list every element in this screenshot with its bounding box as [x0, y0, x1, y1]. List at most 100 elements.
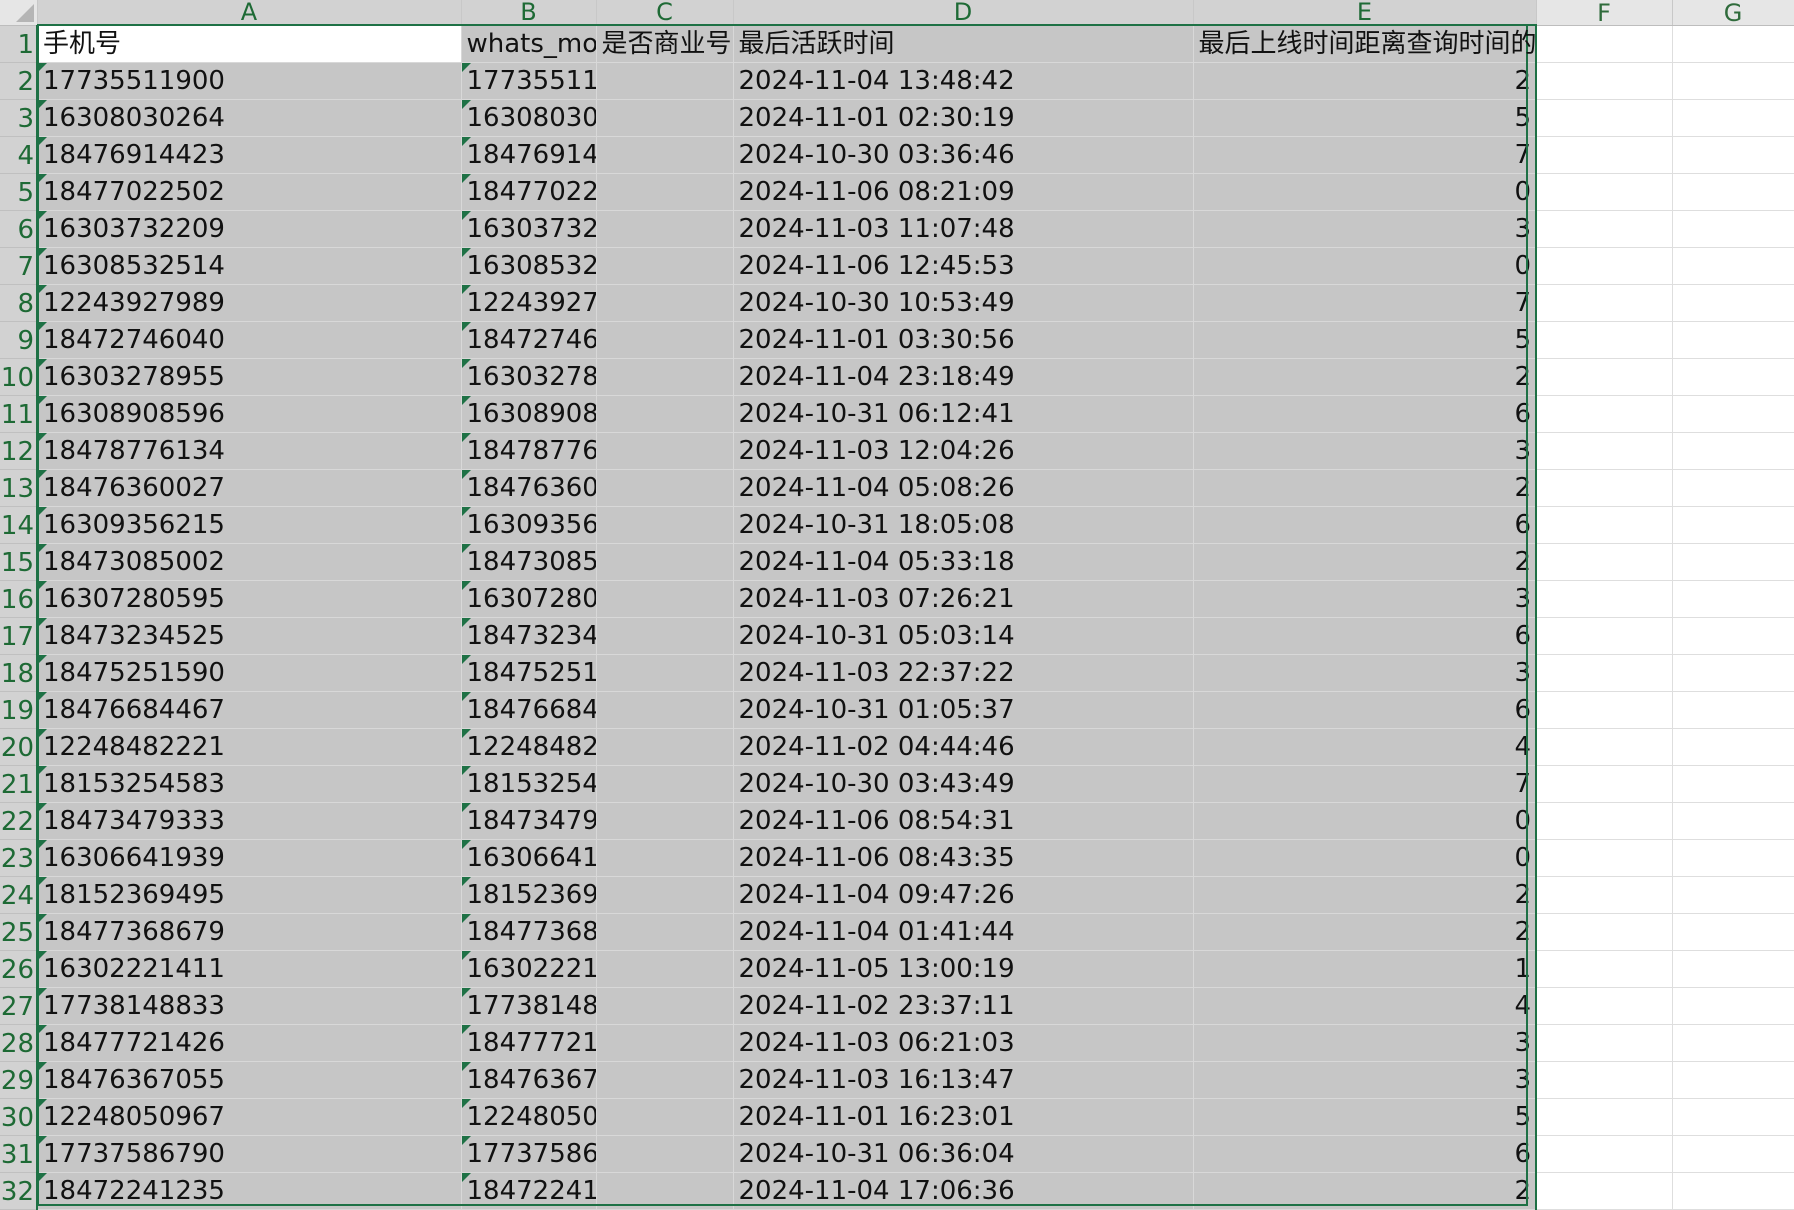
cell-c[interactable] — [596, 1135, 734, 1173]
cell-c[interactable] — [596, 543, 734, 581]
cell-f[interactable] — [1536, 580, 1673, 618]
cell-a[interactable]: 18472746040 — [37, 321, 462, 359]
cell-c[interactable] — [596, 950, 734, 988]
row-number[interactable]: 14 — [0, 506, 38, 544]
cell-a[interactable]: 18477368679 — [37, 913, 462, 951]
column-header-b[interactable]: B — [461, 0, 597, 26]
cell-a[interactable]: 18476367055 — [37, 1061, 462, 1099]
cell-d[interactable]: 2024-11-03 22:37:22 — [733, 654, 1194, 692]
row-number[interactable]: 10 — [0, 358, 38, 396]
cell-g[interactable] — [1672, 99, 1794, 137]
cell-c[interactable] — [596, 173, 734, 211]
cell-f[interactable] — [1536, 1098, 1673, 1136]
cell-b[interactable]: 16303278955 — [461, 358, 597, 396]
cell-g[interactable] — [1672, 247, 1794, 285]
cell-a[interactable]: 12248050967 — [37, 1098, 462, 1136]
cell-a[interactable]: 17737586790 — [37, 1135, 462, 1173]
cell-f[interactable] — [1536, 987, 1673, 1025]
cell-g[interactable] — [1672, 987, 1794, 1025]
row-number[interactable]: 24 — [0, 876, 38, 914]
cell-e[interactable]: 3 — [1193, 580, 1537, 618]
row-number[interactable]: 2 — [0, 62, 38, 100]
cell-f[interactable] — [1536, 728, 1673, 766]
cell-f[interactable] — [1536, 950, 1673, 988]
cell-b[interactable]: 18476360027 — [461, 469, 597, 507]
cell-c[interactable] — [596, 506, 734, 544]
cell-g[interactable] — [1672, 1172, 1794, 1210]
cell-b[interactable]: 18473085002 — [461, 543, 597, 581]
cell-e[interactable]: 2 — [1193, 469, 1537, 507]
cell-c[interactable] — [596, 432, 734, 470]
cell-a[interactable]: 18473234525 — [37, 617, 462, 655]
row-number[interactable]: 16 — [0, 580, 38, 618]
cell-e[interactable]: 0 — [1193, 173, 1537, 211]
cell-c[interactable] — [596, 876, 734, 914]
cell-a[interactable]: 17738148833 — [37, 987, 462, 1025]
cell-g[interactable] — [1672, 876, 1794, 914]
cell-b1[interactable]: whats_mobile — [461, 25, 597, 63]
cell-f[interactable] — [1536, 432, 1673, 470]
cell-e[interactable]: 6 — [1193, 395, 1537, 433]
cell-b[interactable]: 16302221411 — [461, 950, 597, 988]
cell-a[interactable]: 12243927989 — [37, 284, 462, 322]
cell-a[interactable]: 18477022502 — [37, 173, 462, 211]
cell-d[interactable]: 2024-11-04 17:06:36 — [733, 1172, 1194, 1210]
cell-g[interactable] — [1672, 1135, 1794, 1173]
cell-f[interactable] — [1536, 395, 1673, 433]
cell-d[interactable]: 2024-11-04 01:41:44 — [733, 913, 1194, 951]
cell-d[interactable]: 2024-11-05 13:00:19 — [733, 950, 1194, 988]
row-number[interactable]: 15 — [0, 543, 38, 581]
cell-e1[interactable]: 最后上线时间距离查询时间的天数 — [1193, 25, 1537, 63]
cell-f[interactable] — [1536, 654, 1673, 692]
cell-c[interactable] — [596, 136, 734, 174]
cell-f[interactable] — [1536, 839, 1673, 877]
cell-d[interactable]: 2024-11-03 16:13:47 — [733, 1061, 1194, 1099]
cell-d[interactable]: 2024-11-04 09:47:26 — [733, 876, 1194, 914]
cell-e[interactable]: 0 — [1193, 839, 1537, 877]
cell-d[interactable]: 2024-11-03 07:26:21 — [733, 580, 1194, 618]
cell-c[interactable] — [596, 691, 734, 729]
cell-a[interactable]: 18477721426 — [37, 1024, 462, 1062]
cell-e[interactable]: 4 — [1193, 987, 1537, 1025]
row-number[interactable]: 3 — [0, 99, 38, 137]
cell-f[interactable] — [1536, 1024, 1673, 1062]
cell-b[interactable]: 18473479333 — [461, 802, 597, 840]
cell-d[interactable]: 2024-11-04 23:18:49 — [733, 358, 1194, 396]
cell-g[interactable] — [1672, 284, 1794, 322]
cell-a[interactable]: 16303732209 — [37, 210, 462, 248]
cell-c[interactable] — [596, 247, 734, 285]
cell-f[interactable] — [1536, 543, 1673, 581]
cell-e[interactable]: 3 — [1193, 210, 1537, 248]
cell-g[interactable] — [1672, 1098, 1794, 1136]
cell-e[interactable]: 5 — [1193, 99, 1537, 137]
cell-g[interactable] — [1672, 691, 1794, 729]
cell-b[interactable]: 18477368679 — [461, 913, 597, 951]
cell-a[interactable]: 16308532514 — [37, 247, 462, 285]
cell-g[interactable] — [1672, 62, 1794, 100]
row-number[interactable]: 30 — [0, 1098, 38, 1136]
row-number[interactable]: 12 — [0, 432, 38, 470]
cell-e[interactable]: 3 — [1193, 654, 1537, 692]
cell-a[interactable]: 16306641939 — [37, 839, 462, 877]
cell-b[interactable]: 18476367055 — [461, 1061, 597, 1099]
column-header-g[interactable]: G — [1672, 0, 1794, 26]
row-number[interactable]: 21 — [0, 765, 38, 803]
cell-e[interactable]: 2 — [1193, 358, 1537, 396]
cell-a[interactable]: 18472241235 — [37, 1172, 462, 1210]
cell-c[interactable] — [596, 987, 734, 1025]
cell-g[interactable] — [1672, 728, 1794, 766]
cell-g[interactable] — [1672, 321, 1794, 359]
cell-f[interactable] — [1536, 321, 1673, 359]
cell-d[interactable]: 2024-11-03 12:04:26 — [733, 432, 1194, 470]
row-number[interactable]: 27 — [0, 987, 38, 1025]
cell-b[interactable]: 18475251590 — [461, 654, 597, 692]
cell-b[interactable]: 16308030264 — [461, 99, 597, 137]
cell-b[interactable]: 12243927989 — [461, 284, 597, 322]
cell-g[interactable] — [1672, 506, 1794, 544]
cell-g[interactable] — [1672, 1061, 1794, 1099]
row-number[interactable]: 29 — [0, 1061, 38, 1099]
cell-d[interactable]: 2024-11-01 02:30:19 — [733, 99, 1194, 137]
cell-c[interactable] — [596, 765, 734, 803]
cell-c[interactable] — [596, 580, 734, 618]
cell-c[interactable] — [596, 469, 734, 507]
